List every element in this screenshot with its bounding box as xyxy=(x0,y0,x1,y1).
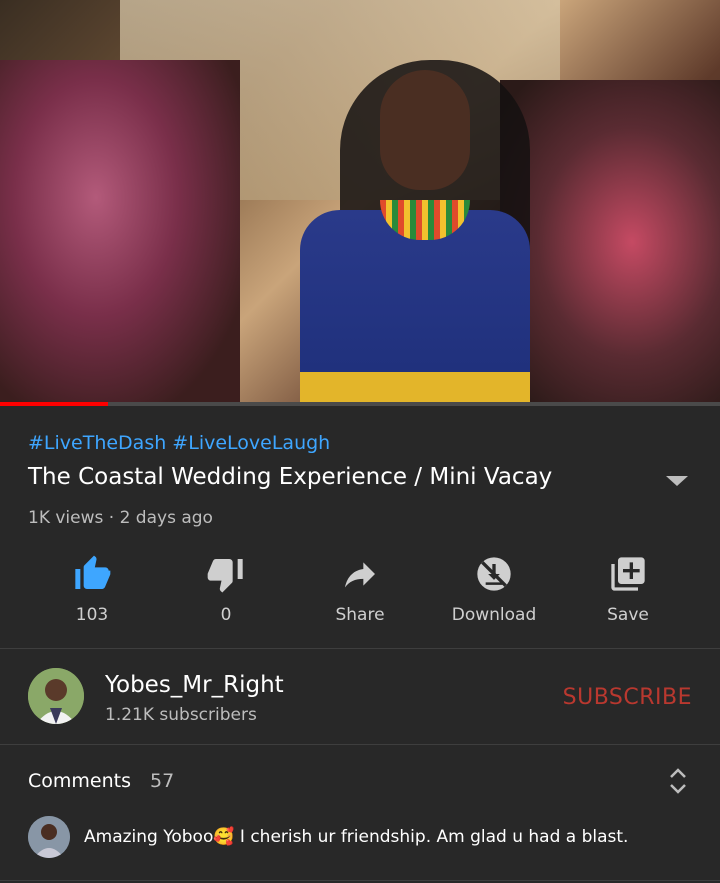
download-button[interactable]: Download xyxy=(427,548,561,638)
expand-description-icon[interactable] xyxy=(666,476,688,486)
share-label: Share xyxy=(335,605,385,625)
video-dancer-head xyxy=(380,70,470,190)
action-bar: 103 0 Share Download Save xyxy=(0,548,720,638)
expand-comments-icon[interactable] xyxy=(666,766,690,796)
divider xyxy=(0,880,720,881)
download-icon xyxy=(477,557,511,591)
like-count: 103 xyxy=(75,605,109,625)
video-hashtags[interactable]: #LiveTheDash #LiveLoveLaugh xyxy=(28,432,330,454)
channel-avatar[interactable] xyxy=(28,668,84,724)
video-player[interactable] xyxy=(0,0,720,404)
dislike-button[interactable]: 0 xyxy=(159,548,293,638)
save-label: Save xyxy=(607,605,649,625)
video-meta: 1K views · 2 days ago xyxy=(28,508,213,528)
video-title: The Coastal Wedding Experience / Mini Va… xyxy=(28,464,553,490)
divider xyxy=(0,744,720,745)
comments-heading[interactable]: Comments xyxy=(28,770,131,792)
commenter-avatar[interactable] xyxy=(28,816,70,858)
download-label: Download xyxy=(451,605,537,625)
divider xyxy=(0,648,720,649)
save-to-playlist-icon xyxy=(611,557,645,591)
thumbs-down-icon xyxy=(207,559,243,593)
channel-name[interactable]: Yobes_Mr_Right xyxy=(105,672,284,698)
avatar-photo xyxy=(28,816,70,858)
video-crowd-right xyxy=(500,80,720,404)
share-button[interactable]: Share xyxy=(293,548,427,638)
progress-track[interactable] xyxy=(0,402,720,406)
comments-count: 57 xyxy=(150,770,175,792)
top-comment[interactable]: Amazing Yoboo🥰 I cherish ur friendship. … xyxy=(84,827,628,847)
avatar-photo xyxy=(28,668,84,724)
like-button[interactable]: 103 xyxy=(25,548,159,638)
subscriber-count: 1.21K subscribers xyxy=(105,705,257,725)
progress-fill xyxy=(0,402,108,406)
dislike-count: 0 xyxy=(220,605,232,625)
thumbs-up-icon xyxy=(75,555,111,589)
video-dancer-skirt xyxy=(300,372,530,404)
video-crowd-left xyxy=(0,60,240,404)
share-icon xyxy=(345,562,375,588)
save-button[interactable]: Save xyxy=(561,548,695,638)
subscribe-button[interactable]: SUBSCRIBE xyxy=(563,685,692,710)
